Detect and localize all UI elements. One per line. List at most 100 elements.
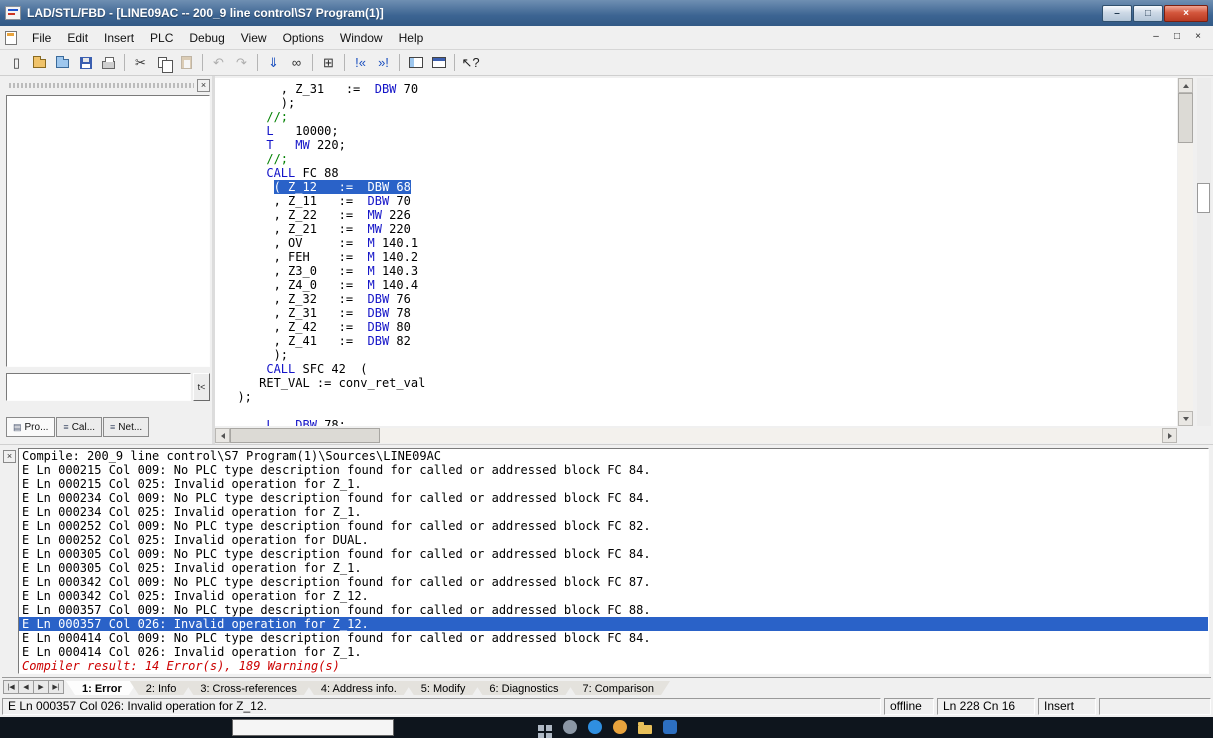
redo-icon[interactable]: ↷ <box>230 52 253 74</box>
output-tab-1-error[interactable]: 1: Error <box>66 681 138 695</box>
scroll-up-button[interactable] <box>1178 78 1193 93</box>
mdi-minimize-button[interactable]: – <box>1147 30 1165 46</box>
taskbar-window-button[interactable] <box>232 719 394 736</box>
output-nav-next[interactable]: ▶ <box>33 680 49 694</box>
tab-networks[interactable]: ≡Net... <box>103 417 149 437</box>
cut-icon[interactable]: ✂ <box>129 52 152 74</box>
taskbar-folder-icon[interactable] <box>638 725 652 734</box>
menu-window[interactable]: Window <box>332 28 391 48</box>
output-nav-last[interactable]: ▶| <box>48 680 64 694</box>
overview-window-icon[interactable] <box>427 52 450 74</box>
output-line[interactable]: E Ln 000252 Col 009: No PLC type descrip… <box>19 519 1208 533</box>
undo-icon[interactable]: ↶ <box>207 52 230 74</box>
code-line[interactable]: T MW 220; <box>223 138 1177 152</box>
menu-view[interactable]: View <box>233 28 275 48</box>
menu-options[interactable]: Options <box>275 28 332 48</box>
taskbar-grid-icon[interactable] <box>538 725 544 731</box>
maximize-button[interactable]: □ <box>1133 5 1163 22</box>
code-line[interactable]: , Z_22 := MW 226 <box>223 208 1177 222</box>
output-line[interactable]: E Ln 000305 Col 009: No PLC type descrip… <box>19 547 1208 561</box>
code-line[interactable]: ( Z_12 := DBW 68 <box>223 180 1177 194</box>
editor-vertical-scrollbar[interactable] <box>1178 78 1193 426</box>
output-line[interactable]: E Ln 000305 Col 025: Invalid operation f… <box>19 561 1208 575</box>
symbol-info-icon[interactable]: ⊞ <box>317 52 340 74</box>
output-line[interactable]: E Ln 000234 Col 009: No PLC type descrip… <box>19 491 1208 505</box>
output-line[interactable]: E Ln 000234 Col 025: Invalid operation f… <box>19 505 1208 519</box>
code-line[interactable]: ); <box>223 96 1177 110</box>
help-pointer-icon[interactable]: ↖? <box>459 52 482 74</box>
code-line[interactable]: , Z_32 := DBW 76 <box>223 292 1177 306</box>
output-tab-6-diagnostics[interactable]: 6: Diagnostics <box>473 681 574 695</box>
scroll-left-button[interactable] <box>215 428 230 443</box>
copy-icon[interactable] <box>152 52 175 74</box>
open-online-icon[interactable] <box>51 52 74 74</box>
tab-program-elements[interactable]: ▤Pro... <box>6 417 55 437</box>
code-line[interactable]: , Z4_0 := M 140.4 <box>223 278 1177 292</box>
output-tab-7-comparison[interactable]: 7: Comparison <box>566 681 670 695</box>
output-line[interactable]: Compiler result: 14 Error(s), 189 Warnin… <box>19 659 1208 673</box>
code-line[interactable]: , OV := M 140.1 <box>223 236 1177 250</box>
output-line-selected[interactable]: E Ln 000357 Col 026: Invalid operation f… <box>19 617 1208 631</box>
code-line[interactable]: , Z_31 := DBW 78 <box>223 306 1177 320</box>
pane-drag-grip[interactable] <box>9 83 194 88</box>
close-button[interactable]: × <box>1164 5 1208 22</box>
split-window-icon[interactable] <box>404 52 427 74</box>
code-line[interactable]: , FEH := M 140.2 <box>223 250 1177 264</box>
previous-error-icon[interactable]: !« <box>349 52 372 74</box>
menu-edit[interactable]: Edit <box>59 28 96 48</box>
new-icon[interactable]: ▯ <box>5 52 28 74</box>
document-system-icon[interactable] <box>5 31 17 45</box>
menu-insert[interactable]: Insert <box>96 28 142 48</box>
output-line[interactable]: E Ln 000215 Col 009: No PLC type descrip… <box>19 463 1208 477</box>
stl-source[interactable]: , Z_31 := DBW 70 ); //; L 10000; T MW 22… <box>215 78 1177 426</box>
menu-plc[interactable]: PLC <box>142 28 181 48</box>
code-editor[interactable]: , Z_31 := DBW 70 ); //; L 10000; T MW 22… <box>215 78 1177 426</box>
open-icon[interactable] <box>28 52 51 74</box>
code-line[interactable]: CALL SFC 42 ( <box>223 362 1177 376</box>
taskbar-app-icon-2[interactable] <box>588 720 602 734</box>
detail-button[interactable]: t< <box>193 373 210 401</box>
frame-scrollbar-thumb[interactable] <box>1197 183 1210 213</box>
output-line[interactable]: E Ln 000414 Col 026: Invalid operation f… <box>19 645 1208 659</box>
program-elements-list[interactable] <box>6 95 210 367</box>
tab-call-structure[interactable]: ≡Cal... <box>56 417 102 437</box>
code-line[interactable]: //; <box>223 110 1177 124</box>
editor-horizontal-scrollbar[interactable] <box>215 428 1177 443</box>
mdi-restore-button[interactable]: □ <box>1168 30 1186 46</box>
monitor-glasses-icon[interactable]: ∞ <box>285 52 308 74</box>
menu-help[interactable]: Help <box>391 28 432 48</box>
next-error-icon[interactable]: »! <box>372 52 395 74</box>
menu-debug[interactable]: Debug <box>181 28 232 48</box>
download-icon[interactable]: ⇓ <box>262 52 285 74</box>
code-line[interactable]: , Z_41 := DBW 82 <box>223 334 1177 348</box>
output-messages[interactable]: Compile: 200_9 line control\S7 Program(1… <box>18 448 1209 674</box>
frame-scrollbar[interactable] <box>1197 78 1211 426</box>
code-line[interactable]: , Z_11 := DBW 70 <box>223 194 1177 208</box>
code-line[interactable]: ); <box>223 348 1177 362</box>
code-line[interactable]: , Z3_0 := M 140.3 <box>223 264 1177 278</box>
menu-file[interactable]: File <box>24 28 59 48</box>
output-line[interactable]: E Ln 000342 Col 025: Invalid operation f… <box>19 589 1208 603</box>
output-tab-5-modify[interactable]: 5: Modify <box>405 681 482 695</box>
output-line[interactable]: E Ln 000342 Col 009: No PLC type descrip… <box>19 575 1208 589</box>
code-line[interactable]: RET_VAL := conv_ret_val <box>223 376 1177 390</box>
output-tab-3-cross-references[interactable]: 3: Cross-references <box>184 681 313 695</box>
detail-field[interactable] <box>6 373 191 401</box>
print-icon[interactable] <box>97 52 120 74</box>
code-line[interactable]: , Z_42 := DBW 80 <box>223 320 1177 334</box>
taskbar-app-icon-4[interactable] <box>663 720 677 734</box>
taskbar-app-icon-1[interactable] <box>563 720 577 734</box>
taskbar-app-icon-3[interactable] <box>613 720 627 734</box>
output-nav-prev[interactable]: ◀ <box>18 680 34 694</box>
output-close-button[interactable]: × <box>3 450 16 463</box>
output-tab-4-address-info[interactable]: 4: Address info. <box>305 681 413 695</box>
output-line[interactable]: E Ln 000357 Col 009: No PLC type descrip… <box>19 603 1208 617</box>
code-line[interactable]: , Z_31 := DBW 70 <box>223 82 1177 96</box>
scroll-down-button[interactable] <box>1178 411 1193 426</box>
output-line[interactable]: Compile: 200_9 line control\S7 Program(1… <box>19 449 1208 463</box>
code-line[interactable]: ); <box>223 390 1177 404</box>
vertical-scrollbar-thumb[interactable] <box>1178 93 1193 143</box>
save-icon[interactable] <box>74 52 97 74</box>
output-tab-2-info[interactable]: 2: Info <box>130 681 193 695</box>
code-line[interactable] <box>223 404 1177 418</box>
